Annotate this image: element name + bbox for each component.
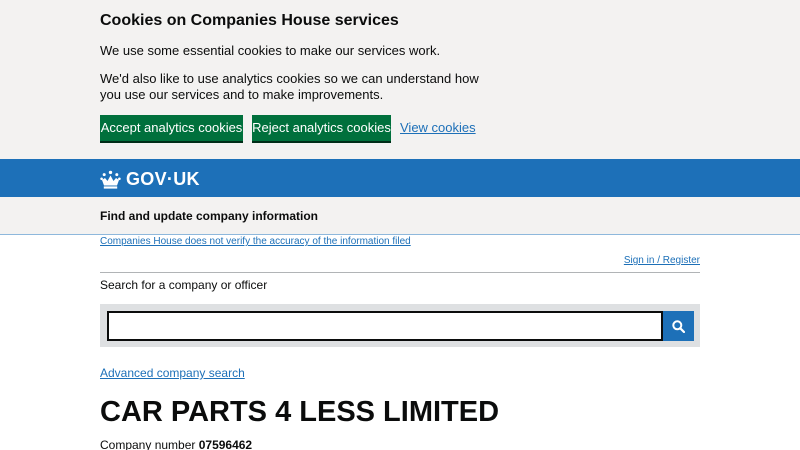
search-label: Search for a company or officer [100, 278, 268, 292]
company-officer-search-input[interactable] [107, 311, 663, 341]
view-cookies-link[interactable]: View cookies [400, 120, 476, 135]
section-divider [100, 272, 700, 273]
crown-icon [100, 170, 121, 189]
search-panel [100, 304, 700, 347]
search-icon [672, 319, 685, 333]
gov-uk-logo-link[interactable]: GOV·UK [100, 168, 200, 190]
search-button[interactable] [663, 311, 694, 341]
cookie-banner: Cookies on Companies House services We u… [0, 0, 800, 159]
company-number-value: 07596462 [198, 438, 253, 450]
cookie-banner-text-analytics: We'd also like to use analytics cookies … [100, 71, 479, 102]
company-number: Company number 07596462 [100, 438, 252, 450]
service-navigation-bar: Find and update company information [0, 197, 800, 235]
company-name-heading: CAR PARTS 4 LESS LIMITED [100, 396, 500, 428]
cookie-banner-title: Cookies on Companies House services [100, 12, 399, 29]
reject-analytics-cookies-button[interactable]: Reject analytics cookies [252, 115, 391, 141]
company-number-label: Company number [100, 438, 199, 450]
gov-uk-logo-text: GOV·UK [126, 169, 200, 189]
service-name-link[interactable]: Find and update company information [100, 209, 318, 223]
sign-in-register-link[interactable]: Sign in / Register [624, 255, 700, 266]
gov-uk-header: GOV·UK [0, 159, 800, 197]
accept-analytics-cookies-button[interactable]: Accept analytics cookies [100, 115, 243, 141]
cookie-banner-text-essential: We use some essential cookies to make ou… [100, 43, 441, 58]
advanced-company-search-link[interactable]: Advanced company search [100, 366, 245, 380]
verification-disclaimer-link[interactable]: Companies House does not verify the accu… [100, 236, 411, 247]
